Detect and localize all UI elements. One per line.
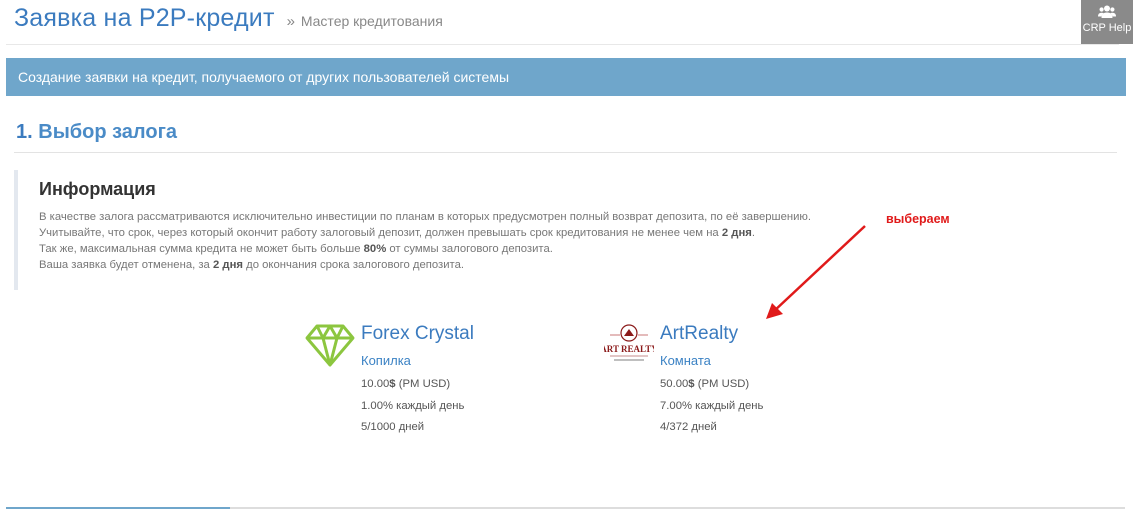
- plan-amount-value: 10.00: [361, 378, 390, 390]
- plan-rate: 7.00% каждый день: [660, 400, 764, 412]
- bottom-progress-accent: [6, 507, 230, 509]
- info-line-1-text: В качестве залога рассматриваются исключ…: [39, 211, 812, 223]
- page-header: Заявка на P2P-кредит » Мастер кредитован…: [14, 4, 443, 33]
- info-line-2-text: Учитывайте, что срок, через который окон…: [39, 227, 722, 239]
- plan-name[interactable]: ArtRealty: [660, 323, 738, 345]
- step-divider: [14, 152, 1117, 153]
- plan-name[interactable]: Forex Crystal: [361, 323, 474, 345]
- step-label: Выбор залога: [38, 121, 178, 143]
- info-line-3-bold: 80%: [363, 243, 387, 255]
- crp-help-label: CRP Help: [1082, 22, 1132, 34]
- plan-days: 4/372 дней: [660, 421, 717, 433]
- crp-help-button[interactable]: CRP Help: [1081, 0, 1133, 44]
- plan-type[interactable]: Копилка: [361, 353, 411, 368]
- annotation-label: выбераем: [886, 212, 950, 226]
- art-realty-logo-text: ART REALTY: [604, 344, 654, 354]
- info-line-4-text: Ваша заявка будет отменена, за: [39, 259, 213, 271]
- step-number: 1.: [16, 121, 33, 143]
- plan-rate: 1.00% каждый день: [361, 400, 465, 412]
- plan-amount: 10.00$ (PM USD): [361, 378, 450, 390]
- plan-currency-note: (PM USD): [395, 378, 451, 390]
- art-realty-logo: ART REALTY: [604, 324, 654, 361]
- step-title: 1. Выбор залога: [16, 121, 177, 144]
- plan-card-artrealty[interactable]: ART REALTY ArtRealty Комната 50.00$ (PM …: [604, 323, 824, 438]
- info-heading: Информация: [39, 179, 156, 199]
- breadcrumb-separator: »: [286, 13, 295, 30]
- plan-amount-value: 50.00: [660, 378, 689, 390]
- page-subtitle: » Мастер кредитования: [287, 13, 443, 30]
- info-banner: Создание заявки на кредит, получаемого о…: [6, 58, 1126, 96]
- info-line-3-end: от суммы залогового депозита.: [386, 243, 553, 255]
- plan-currency-note: (PM USD): [694, 378, 750, 390]
- plan-amount: 50.00$ (PM USD): [660, 378, 749, 390]
- plan-type[interactable]: Комната: [660, 353, 711, 368]
- page-title: Заявка на P2P-кредит: [14, 4, 275, 32]
- info-line-2-bold: 2 дня: [721, 227, 752, 239]
- annotation-arrow-icon: [766, 225, 866, 319]
- breadcrumb-current: Мастер кредитования: [300, 13, 443, 29]
- banner-text: Создание заявки на кредит, получаемого о…: [18, 69, 510, 85]
- header-divider: [6, 44, 1119, 45]
- users-icon: [1098, 5, 1116, 18]
- info-line-3-text: Так же, максимальная сумма кредита не мо…: [39, 243, 364, 255]
- info-line-4-bold: 2 дня: [212, 259, 243, 271]
- info-line-4-end: до окончания срока залогового депозита.: [243, 259, 465, 271]
- plan-card-forex-crystal[interactable]: Forex Crystal Копилка 10.00$ (PM USD) 1.…: [305, 323, 525, 438]
- plan-days: 5/1000 дней: [361, 421, 425, 433]
- diamond-icon: [305, 324, 355, 367]
